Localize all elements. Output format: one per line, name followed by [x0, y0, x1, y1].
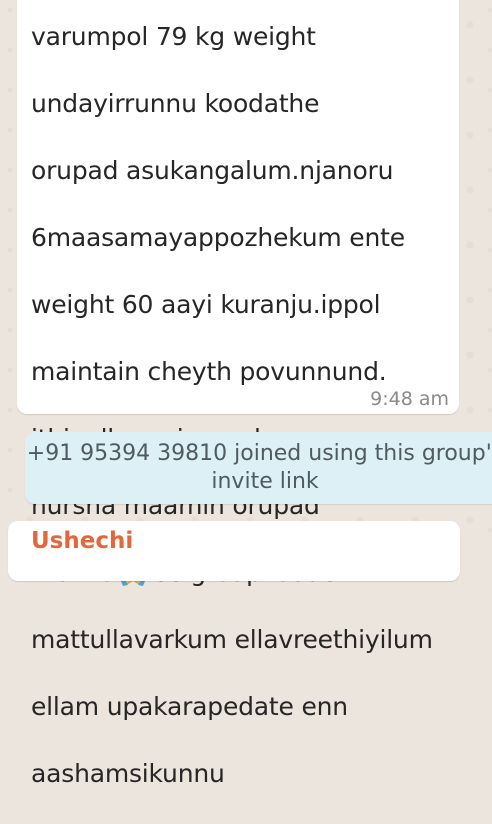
system-note-line: +91 95394 39810 joined using this group'…	[26, 441, 492, 466]
message-bubble[interactable]: varumpol 79 kg weight undayirrunnu kooda…	[17, 0, 459, 788]
message-line: undayirrunnu koodathe	[31, 88, 320, 118]
message-line: varumpol 79 kg weight	[31, 21, 316, 51]
message-line: ellam upakarapedate enn	[31, 691, 348, 721]
message-line: orupad asukangalum.njanoru	[31, 155, 394, 185]
sender-name[interactable]: Ushechi	[31, 528, 133, 554]
message-text: varumpol 79 kg weight undayirrunnu kooda…	[31, 0, 446, 824]
message-line: maintain cheyth povunnund.	[31, 356, 387, 386]
next-message-bubble[interactable]: Ushechi	[8, 521, 460, 581]
system-notification: +91 95394 39810 joined using this group'…	[25, 432, 492, 504]
message-line: mattullavarkum ellavreethiyilum	[31, 624, 433, 654]
message-line: weight 60 aayi kuranju.ippol	[31, 289, 381, 319]
message-line: aashamsikunnu	[31, 758, 225, 788]
system-note-line: invite link	[211, 469, 319, 494]
message-line: 6maasamayappozhekum ente	[31, 222, 405, 252]
message-timestamp: 9:48 am	[370, 388, 449, 410]
